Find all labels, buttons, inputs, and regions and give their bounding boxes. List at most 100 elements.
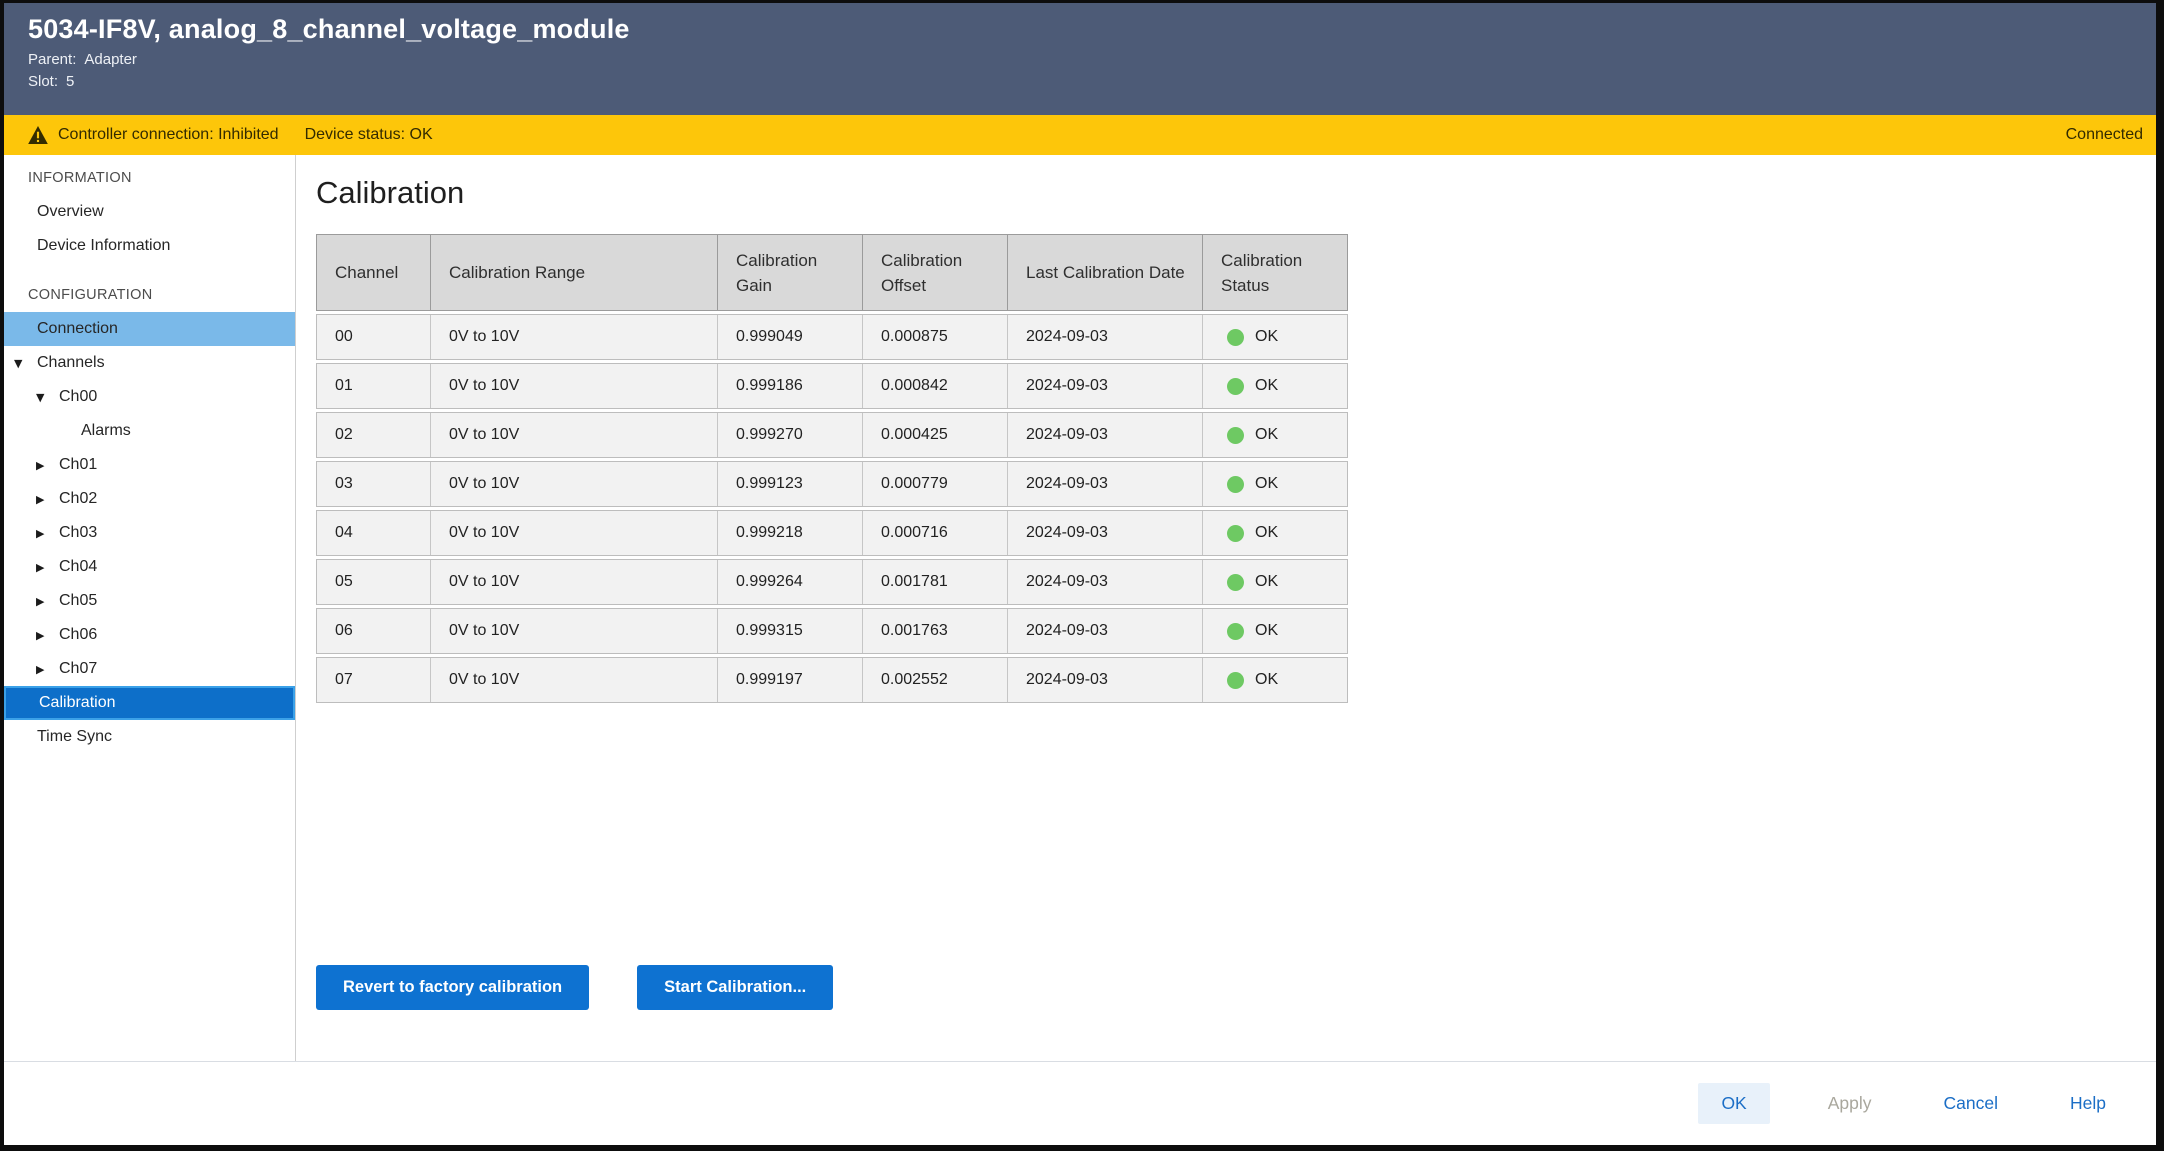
sidebar-item-label: Time Sync: [37, 728, 112, 746]
sidebar-item-label: Ch04: [59, 558, 97, 576]
header-cell-calibration-range: Calibration Range: [431, 235, 718, 310]
sidebar-item-ch00[interactable]: ▼Ch00: [4, 380, 295, 414]
sidebar-item-ch05[interactable]: ▶Ch05: [4, 584, 295, 618]
table-row-channel-06: 060V to 10V0.9993150.0017632024-09-03OK: [316, 608, 1348, 654]
status-text: OK: [1255, 377, 1278, 395]
sidebar-item-overview[interactable]: Overview: [4, 195, 295, 229]
cancel-button[interactable]: Cancel: [1930, 1083, 2012, 1124]
page-title: Calibration: [316, 175, 2156, 211]
chevron-expanded-icon[interactable]: ▼: [14, 357, 37, 370]
start-calibration-button[interactable]: Start Calibration...: [637, 965, 833, 1010]
parent-label: Parent:: [28, 51, 76, 68]
cell-channel: 00: [317, 315, 431, 359]
cell-range: 0V to 10V: [431, 462, 718, 506]
connection-state: Connected: [2066, 126, 2143, 144]
cell-channel: 02: [317, 413, 431, 457]
status-text: OK: [1255, 475, 1278, 493]
slot-row: Slot: 5: [28, 71, 2132, 93]
sidebar-item-calibration[interactable]: Calibration: [4, 686, 295, 720]
cell-offset: 0.000425: [863, 413, 1008, 457]
sidebar-item-ch03[interactable]: ▶Ch03: [4, 516, 295, 550]
sidebar-item-label: Ch00: [59, 388, 97, 406]
revert-to-factory-calibration-button[interactable]: Revert to factory calibration: [316, 965, 589, 1010]
cell-range: 0V to 10V: [431, 315, 718, 359]
sidebar-item-ch06[interactable]: ▶Ch06: [4, 618, 295, 652]
sidebar-item-time-sync[interactable]: Time Sync: [4, 720, 295, 754]
sidebar-item-alarms[interactable]: Alarms: [4, 414, 295, 448]
slot-label: Slot:: [28, 73, 58, 90]
cell-range: 0V to 10V: [431, 560, 718, 604]
sidebar-item-ch02[interactable]: ▶Ch02: [4, 482, 295, 516]
cell-status: OK: [1203, 511, 1345, 555]
sidebar-item-label: Channels: [37, 354, 105, 372]
table-row-channel-01: 010V to 10V0.9991860.0008422024-09-03OK: [316, 363, 1348, 409]
table-row-channel-03: 030V to 10V0.9991230.0007792024-09-03OK: [316, 461, 1348, 507]
cell-range: 0V to 10V: [431, 658, 718, 702]
chevron-collapsed-icon[interactable]: ▶: [36, 663, 59, 676]
sidebar-item-ch01[interactable]: ▶Ch01: [4, 448, 295, 482]
sidebar-item-label: Overview: [37, 203, 104, 221]
chevron-collapsed-icon[interactable]: ▶: [36, 459, 59, 472]
module-title: 5034-IF8V, analog_8_channel_voltage_modu…: [28, 12, 2132, 46]
header-cell-channel: Channel: [317, 235, 431, 310]
sidebar-item-ch04[interactable]: ▶Ch04: [4, 550, 295, 584]
chevron-collapsed-icon[interactable]: ▶: [36, 629, 59, 642]
module-config-window: 5034-IF8V, analog_8_channel_voltage_modu…: [0, 0, 2164, 1151]
cell-date: 2024-09-03: [1008, 658, 1203, 702]
cell-offset: 0.001763: [863, 609, 1008, 653]
cell-date: 2024-09-03: [1008, 413, 1203, 457]
sidebar-item-ch07[interactable]: ▶Ch07: [4, 652, 295, 686]
cell-range: 0V to 10V: [431, 364, 718, 408]
cell-date: 2024-09-03: [1008, 462, 1203, 506]
parent-row: Parent: Adapter: [28, 49, 2132, 71]
cell-channel: 05: [317, 560, 431, 604]
body-area: INFORMATION Overview Device Information CON…: [4, 155, 2156, 1061]
status-ok-icon: [1227, 427, 1244, 444]
sidebar-item-channels[interactable]: ▼Channels: [4, 346, 295, 380]
cell-channel: 01: [317, 364, 431, 408]
status-text: OK: [1255, 622, 1278, 640]
parent-value: Adapter: [84, 51, 137, 68]
sidebar-item-label: Connection: [37, 320, 118, 338]
cell-offset: 0.000875: [863, 315, 1008, 359]
cell-date: 2024-09-03: [1008, 511, 1203, 555]
cell-gain: 0.999186: [718, 364, 863, 408]
cell-offset: 0.002552: [863, 658, 1008, 702]
cell-channel: 03: [317, 462, 431, 506]
sidebar-item-label: Ch02: [59, 490, 97, 508]
chevron-collapsed-icon[interactable]: ▶: [36, 561, 59, 574]
cell-status: OK: [1203, 364, 1345, 408]
cell-gain: 0.999270: [718, 413, 863, 457]
cell-status: OK: [1203, 560, 1345, 604]
chevron-expanded-icon[interactable]: ▼: [36, 391, 59, 404]
cell-range: 0V to 10V: [431, 413, 718, 457]
warning-icon: [28, 126, 48, 144]
table-body: 000V to 10V0.9990490.0008752024-09-03OK0…: [316, 314, 1348, 703]
sidebar-section-label: CONFIGURATION: [28, 287, 152, 303]
chevron-collapsed-icon[interactable]: ▶: [36, 527, 59, 540]
table-row-channel-02: 020V to 10V0.9992700.0004252024-09-03OK: [316, 412, 1348, 458]
sidebar-item-label: Device Information: [37, 237, 170, 255]
slot-value: 5: [66, 73, 74, 90]
chevron-collapsed-icon[interactable]: ▶: [36, 493, 59, 506]
cell-gain: 0.999049: [718, 315, 863, 359]
cell-date: 2024-09-03: [1008, 364, 1203, 408]
ok-button[interactable]: OK: [1698, 1083, 1769, 1124]
sidebar-item-device-information[interactable]: Device Information: [4, 229, 295, 263]
sidebar-section-information: INFORMATION: [4, 161, 295, 195]
cell-gain: 0.999197: [718, 658, 863, 702]
sidebar-section-configuration: CONFIGURATION: [4, 278, 295, 312]
cell-date: 2024-09-03: [1008, 315, 1203, 359]
action-button-row: Revert to factory calibration Start Cali…: [316, 965, 2156, 1010]
controller-connection-status: Controller connection: Inhibited: [58, 126, 279, 144]
sidebar-item-label: Ch06: [59, 626, 97, 644]
chevron-collapsed-icon[interactable]: ▶: [36, 595, 59, 608]
apply-button[interactable]: Apply: [1814, 1083, 1886, 1124]
cell-date: 2024-09-03: [1008, 609, 1203, 653]
sidebar-item-label: Ch05: [59, 592, 97, 610]
sidebar-item-connection[interactable]: Connection: [4, 312, 295, 346]
cell-gain: 0.999315: [718, 609, 863, 653]
status-ok-icon: [1227, 476, 1244, 493]
help-button[interactable]: Help: [2056, 1083, 2120, 1124]
table-row-channel-00: 000V to 10V0.9990490.0008752024-09-03OK: [316, 314, 1348, 360]
